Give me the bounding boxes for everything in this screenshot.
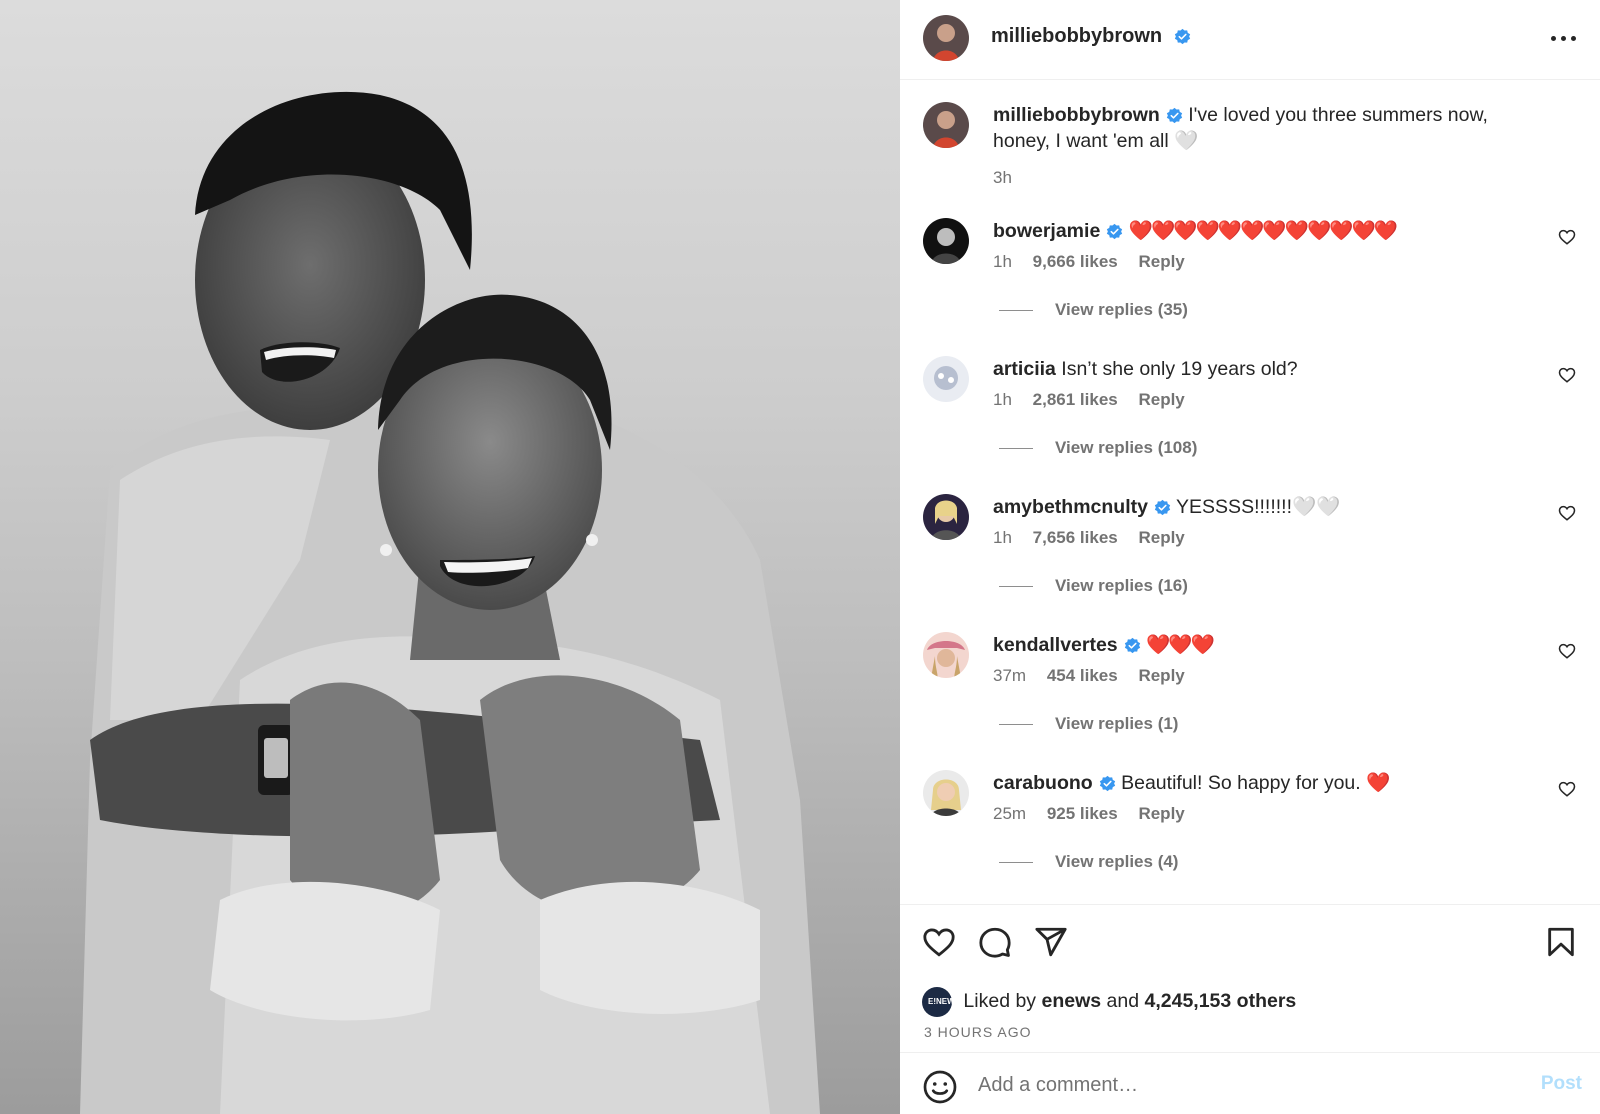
comment-meta: 1h 9,666 likes Reply [993, 252, 1201, 272]
like-comment-heart-icon[interactable] [1558, 642, 1576, 660]
enews-badge-text: E!NEWS [928, 997, 960, 1006]
comment-avatar[interactable] [923, 494, 969, 540]
couple-photo-illustration [0, 0, 900, 1114]
comment-likes[interactable]: 454 likes [1047, 666, 1118, 685]
comment-avatar[interactable] [923, 356, 969, 402]
comment-likes[interactable]: 9,666 likes [1033, 252, 1118, 271]
comment-text: articiia Isn’t she only 19 years old? [993, 356, 1523, 382]
author-username-text[interactable]: milliebobbybrown [991, 25, 1162, 47]
save-bookmark-icon[interactable] [1544, 925, 1578, 959]
replies-divider-line [999, 586, 1033, 588]
comment-avatar[interactable] [923, 770, 969, 816]
view-replies-label[interactable]: View replies (108) [1055, 438, 1197, 457]
view-replies-label[interactable]: View replies (4) [1055, 852, 1178, 871]
comment-username[interactable]: amybethmcnulty [993, 496, 1148, 518]
verified-badge-icon [1154, 500, 1171, 516]
reply-button[interactable]: Reply [1138, 252, 1184, 271]
comment-time[interactable]: 1h [993, 252, 1012, 271]
replies-divider-line [999, 724, 1033, 726]
comment-likes[interactable]: 2,861 likes [1033, 390, 1118, 409]
enews-avatar[interactable]: E!NEWS [922, 987, 960, 1017]
view-replies-button[interactable]: View replies (16) [999, 576, 1188, 596]
like-heart-icon[interactable] [922, 925, 956, 959]
view-replies-label[interactable]: View replies (16) [1055, 576, 1188, 595]
reply-button[interactable]: Reply [1138, 804, 1184, 823]
more-options-icon[interactable] [1550, 28, 1578, 48]
post-photo[interactable] [0, 0, 900, 1114]
caption-text: milliebobbybrown I've loved you three su… [993, 102, 1523, 154]
view-replies-label[interactable]: View replies (1) [1055, 714, 1178, 733]
comment-time[interactable]: 37m [993, 666, 1026, 685]
post-header: milliebobbybrown [900, 0, 1600, 80]
verified-badge-icon [1099, 776, 1115, 792]
liked-by-user[interactable]: enews [1041, 990, 1101, 1012]
reply-button[interactable]: Reply [1138, 390, 1184, 409]
post-time-ago[interactable]: 3 HOURS AGO [924, 1024, 1031, 1040]
caption-meta: 3h [993, 168, 1028, 188]
comment-input[interactable] [978, 1067, 1498, 1103]
caption-username[interactable]: milliebobbybrown [993, 104, 1160, 126]
view-replies-label[interactable]: View replies (35) [1055, 300, 1188, 319]
liked-by-summary: E!NEWS Liked by enews and 4,245,153 othe… [922, 987, 1296, 1017]
comment-username[interactable]: articiia [993, 358, 1056, 380]
post-comment-button[interactable]: Post [1541, 1073, 1582, 1095]
reply-button[interactable]: Reply [1138, 528, 1184, 547]
view-replies-button[interactable]: View replies (35) [999, 300, 1188, 320]
like-comment-heart-icon[interactable] [1558, 504, 1576, 522]
comment-time[interactable]: 1h [993, 390, 1012, 409]
comment-username[interactable]: bowerjamie [993, 220, 1100, 242]
comment-meta: 1h 7,656 likes Reply [993, 528, 1201, 548]
add-comment-bar: Post [900, 1052, 1600, 1114]
comment-body: ❤️❤️❤️ [1146, 634, 1215, 656]
comment-avatar[interactable] [923, 218, 969, 264]
like-comment-heart-icon[interactable] [1558, 228, 1576, 246]
view-replies-button[interactable]: View replies (1) [999, 714, 1178, 734]
comment-text: amybethmcnulty YESSSS!!!!!!!🤍🤍 [993, 494, 1523, 520]
comment-username[interactable]: carabuono [993, 772, 1093, 794]
comment-text: kendallvertes ❤️❤️❤️ [993, 632, 1523, 658]
like-comment-heart-icon[interactable] [1558, 780, 1576, 798]
replies-divider-line [999, 862, 1033, 864]
comment-likes[interactable]: 925 likes [1047, 804, 1118, 823]
share-send-icon[interactable] [1034, 925, 1068, 959]
comment-likes[interactable]: 7,656 likes [1033, 528, 1118, 547]
comment-body: YESSSS!!!!!!!🤍🤍 [1176, 496, 1341, 518]
caption-time[interactable]: 3h [993, 168, 1012, 187]
comment-avatar[interactable] [923, 632, 969, 678]
view-replies-button[interactable]: View replies (4) [999, 852, 1178, 872]
like-comment-heart-icon[interactable] [1558, 366, 1576, 384]
liked-by-prefix: Liked by [963, 990, 1037, 1013]
comment-bubble-icon[interactable] [978, 925, 1012, 959]
comments-list: milliebobbybrown I've loved you three su… [900, 80, 1600, 904]
comment-meta: 37m 454 likes Reply [993, 666, 1201, 686]
comment-time[interactable]: 1h [993, 528, 1012, 547]
comment-time[interactable]: 25m [993, 804, 1026, 823]
comment-text: carabuono Beautiful! So happy for you. ❤… [993, 770, 1523, 796]
caption-avatar[interactable] [923, 102, 969, 148]
replies-divider-line [999, 310, 1033, 312]
comment-username[interactable]: kendallvertes [993, 634, 1118, 656]
comment-text: bowerjamie ❤️❤️❤️❤️❤️❤️❤️❤️❤️❤️❤️❤️ [993, 218, 1523, 244]
verified-badge-icon [1174, 29, 1190, 45]
liked-by-others[interactable]: 4,245,153 others [1145, 990, 1297, 1012]
verified-badge-icon [1124, 638, 1140, 654]
reply-button[interactable]: Reply [1138, 666, 1184, 685]
author-avatar[interactable] [923, 15, 969, 61]
comment-body: Beautiful! So happy for you. ❤️ [1121, 772, 1391, 794]
replies-divider-line [999, 448, 1033, 450]
verified-badge-icon [1166, 108, 1182, 124]
comment-body: ❤️❤️❤️❤️❤️❤️❤️❤️❤️❤️❤️❤️ [1128, 220, 1398, 242]
comment-meta: 1h 2,861 likes Reply [993, 390, 1201, 410]
author-username[interactable]: milliebobbybrown [991, 25, 1191, 48]
verified-badge-icon [1107, 224, 1123, 240]
emoji-smiley-icon[interactable] [922, 1069, 958, 1105]
comment-meta: 25m 925 likes Reply [993, 804, 1201, 824]
comment-body: Isn’t she only 19 years old? [1061, 358, 1298, 380]
post-actions: E!NEWS Liked by enews and 4,245,153 othe… [900, 904, 1600, 1074]
view-replies-button[interactable]: View replies (108) [999, 438, 1197, 458]
post-side-panel: milliebobbybrown milliebobbybrown I've l… [900, 0, 1600, 1114]
liked-by-and: and [1106, 990, 1140, 1013]
